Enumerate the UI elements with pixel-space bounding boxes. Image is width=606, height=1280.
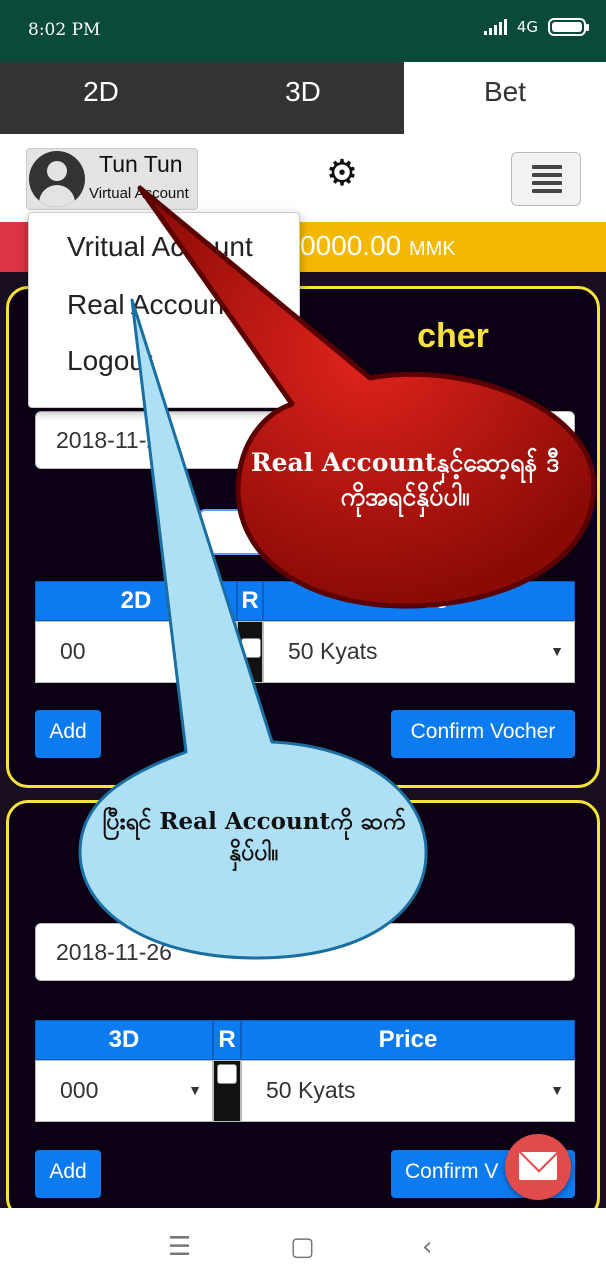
confirm-voucher-button[interactable]: Confirm Vocher — [391, 710, 575, 758]
menu-item-logout[interactable]: Logout — [67, 345, 153, 377]
status-icons: 4G — [483, 18, 589, 36]
balance-amount: 0000.00 MMK — [300, 230, 456, 261]
menu-item-virtual-account[interactable]: Vritual Account — [67, 231, 253, 263]
signal-icon — [483, 19, 507, 35]
account-dropdown: Vritual Account Real Account Logout — [28, 212, 300, 408]
col-r: R — [213, 1020, 241, 1060]
tab-2d[interactable]: 2D — [0, 62, 202, 134]
battery-icon — [548, 18, 589, 36]
col-2d: 2D — [35, 581, 237, 621]
top-tabs: 2D 3D Bet — [0, 62, 606, 134]
col-3d: 3D — [35, 1020, 213, 1060]
col-price: Price — [263, 581, 575, 621]
price-select[interactable]: 50 Kyats ▼ — [263, 621, 575, 683]
reverse-checkbox[interactable] — [213, 1060, 241, 1122]
back-icon[interactable]: ‹ — [422, 1232, 432, 1262]
menu-item-real-account[interactable]: Real Account — [67, 289, 232, 321]
number-select[interactable]: 000 ▼ — [35, 1060, 213, 1122]
chevron-down-icon: ▼ — [188, 1082, 202, 1098]
tab-bet[interactable]: Bet — [404, 62, 606, 134]
add-button[interactable]: Add — [35, 710, 101, 758]
chevron-down-icon: ▼ — [550, 643, 564, 659]
status-bar: 8:02 PM 4G — [0, 0, 606, 62]
date-field[interactable]: 2018-11-26 — [35, 923, 575, 981]
tab-3d[interactable]: 3D — [202, 62, 404, 134]
number-select[interactable]: 00 — [35, 621, 237, 683]
gear-icon[interactable]: ⚙ — [322, 154, 362, 194]
recents-icon[interactable]: ☰ — [168, 1232, 191, 1262]
home-icon[interactable]: ▢ — [290, 1232, 315, 1262]
time-field[interactable]: 2:00 — [199, 509, 429, 555]
avatar-icon — [29, 151, 85, 207]
account-switcher[interactable]: Tun Tun Virtual Account — [26, 148, 198, 210]
clock: 8:02 PM — [28, 20, 101, 40]
network-label: 4G — [516, 18, 538, 36]
col-r: R — [237, 581, 263, 621]
header: Tun Tun Virtual Account ⚙ — [0, 134, 606, 222]
envelope-icon — [519, 1152, 557, 1180]
price-select[interactable]: 50 Kyats ▼ — [241, 1060, 575, 1122]
user-name: Tun Tun — [99, 151, 183, 177]
mail-button[interactable] — [505, 1134, 571, 1200]
reverse-checkbox[interactable] — [237, 621, 263, 683]
red-callout-text: Real Accountနှင့်ဆော့ရန် ဒီကိုအရင်နှိပ်ပ… — [250, 448, 560, 511]
add-button[interactable]: Add — [35, 1150, 101, 1198]
balance-marker — [0, 222, 30, 272]
account-type: Virtual Account — [89, 185, 189, 202]
menu-button[interactable] — [511, 152, 581, 206]
chevron-down-icon: ▼ — [550, 1082, 564, 1098]
blue-callout-text: ပြီးရင် Real Accountကို ဆက်နှိပ်ပါ။ — [102, 808, 406, 867]
col-price: Price — [241, 1020, 575, 1060]
system-nav-bar: ☰ ▢ ‹ — [0, 1208, 606, 1280]
